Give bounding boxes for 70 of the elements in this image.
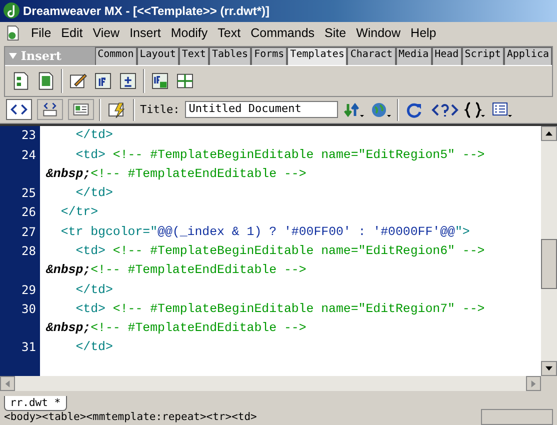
menu-item[interactable]: Window (351, 26, 406, 40)
insert-tab[interactable]: Head (432, 46, 462, 65)
vertical-scrollbar[interactable] (541, 126, 557, 376)
design-view-button[interactable] (68, 99, 94, 120)
line-number: 31 (22, 340, 36, 354)
insert-tab[interactable]: Common (94, 46, 137, 65)
insert-tab[interactable]: Media (396, 46, 432, 65)
title-input-field[interactable]: Untitled Document (184, 101, 338, 118)
line-number: 24 (22, 148, 36, 162)
insert-tab[interactable]: Layout (136, 46, 179, 65)
insert-tab[interactable]: Script (462, 46, 504, 65)
code-line: <tr bgcolor="@@(_index & 1) ? '#00FF00' : '#0000FF'@@"> (60, 224, 470, 239)
code-brackets-icon (10, 102, 28, 118)
insert-tab[interactable]: Applica (504, 46, 552, 65)
line-number: 29 (22, 282, 36, 297)
conditional-region-icon[interactable] (150, 70, 170, 91)
file-transfer-icon[interactable] (342, 102, 365, 118)
view-options-icon[interactable] (490, 102, 513, 118)
globe-icon[interactable] (370, 102, 392, 118)
insert-tab[interactable]: Templates (287, 46, 348, 65)
conditional-region-icon[interactable] (93, 70, 113, 91)
code-line: &nbsp;<!-- #TemplateEndEditable --> (44, 166, 306, 181)
template-document-icon[interactable] (36, 70, 56, 91)
document-icon (6, 24, 20, 41)
code-line: </td> (74, 282, 113, 297)
title-label: Title: (140, 103, 180, 116)
menu-item[interactable]: View (88, 26, 125, 40)
menu-item[interactable]: Help (406, 26, 442, 40)
design-view-icon (72, 102, 90, 118)
code-line: &nbsp;<!-- #TemplateEndEditable --> (44, 321, 306, 336)
menu-item[interactable]: Edit (56, 26, 88, 40)
menu-item[interactable]: File (26, 26, 56, 40)
line-number: 25 (22, 186, 36, 200)
menu-item[interactable]: Commands (246, 26, 320, 40)
menu-item[interactable]: Modify (166, 26, 213, 40)
code-line: </td> (74, 128, 113, 142)
document-tab[interactable]: rr.dwt * (4, 396, 67, 411)
line-number: 23 (22, 128, 36, 142)
plus-minus-icon[interactable] (118, 70, 138, 91)
line-number: 30 (22, 302, 36, 316)
code-line: <td> <!-- #TemplateBeginEditable name="EditRegion5" --> (74, 148, 485, 162)
menu-item[interactable]: Text (212, 26, 246, 40)
code-line: </td> (74, 340, 113, 354)
split-view-button[interactable] (37, 99, 63, 120)
menu-item[interactable]: Site (320, 26, 352, 40)
insert-tab[interactable]: Tables (208, 46, 252, 65)
line-number: 27 (22, 224, 36, 239)
tag-selector[interactable]: <body><table><mmtemplate:repeat><tr><td> (4, 411, 257, 423)
line-number: 26 (22, 205, 36, 220)
menu-item[interactable]: Insert (124, 26, 166, 40)
code-line: </tr> (60, 205, 98, 220)
code-line: </td> (74, 186, 113, 200)
insert-tab[interactable]: Charact (347, 46, 396, 65)
insert-tab[interactable]: Text (178, 46, 209, 65)
app-logo-icon (3, 2, 20, 20)
scroll-down-icon[interactable] (541, 361, 557, 376)
insert-tab[interactable]: Forms (251, 46, 288, 65)
line-number: 28 (22, 244, 36, 258)
code-view-button[interactable] (6, 99, 32, 120)
code-line: &nbsp;<!-- #TemplateEndEditable --> (44, 263, 306, 278)
scroll-up-icon[interactable] (541, 126, 557, 141)
scrollbar-thumb[interactable] (541, 238, 557, 289)
window-title: Dreamweaver MX - [<<Template>> (rr.dwt*)] (23, 4, 270, 18)
template-document-icon[interactable] (11, 70, 31, 91)
split-view-icon (41, 102, 59, 118)
code-line: <td> <!-- #TemplateBeginEditable name="EditRegion6" --> (74, 244, 485, 258)
code-line: <td> <!-- #TemplateBeginEditable name="EditRegion7" --> (74, 302, 485, 316)
code-navigation-icon[interactable] (464, 102, 486, 118)
reference-icon[interactable] (430, 102, 459, 118)
status-field (481, 409, 553, 425)
